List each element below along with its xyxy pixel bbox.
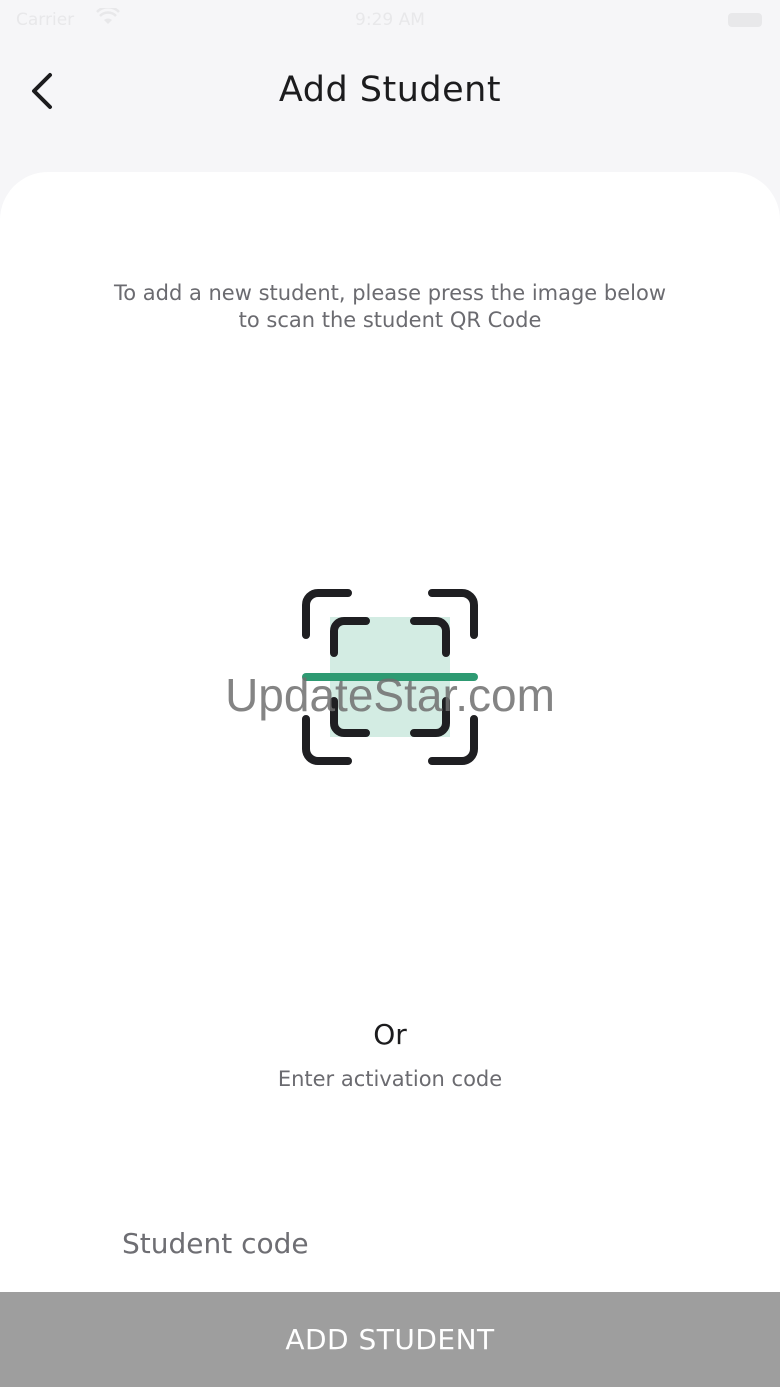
instructions-line-1: To add a new student, please press the i… xyxy=(113,281,667,305)
nav-bar: Add Student xyxy=(0,44,780,138)
instructions-text: To add a new student, please press the i… xyxy=(60,280,720,334)
page-title: Add Student xyxy=(278,70,502,110)
status-bar: Carrier 9:29 AM xyxy=(0,0,780,40)
qr-scan-icon xyxy=(302,589,478,765)
instructions-line-2: to scan the student QR Code xyxy=(238,308,542,332)
qr-scan-button[interactable] xyxy=(300,587,480,767)
activation-code-label: Enter activation code xyxy=(277,1067,503,1091)
battery-icon xyxy=(728,13,762,27)
add-student-button[interactable]: ADD STUDENT xyxy=(0,1292,780,1387)
add-student-screen: Carrier 9:29 AM Add Student To add a new… xyxy=(0,0,780,1387)
content-card: To add a new student, please press the i… xyxy=(0,172,780,1387)
student-code-input[interactable] xyxy=(110,1218,670,1268)
status-time: 9:29 AM xyxy=(355,10,425,30)
or-label: Or xyxy=(373,1018,407,1051)
